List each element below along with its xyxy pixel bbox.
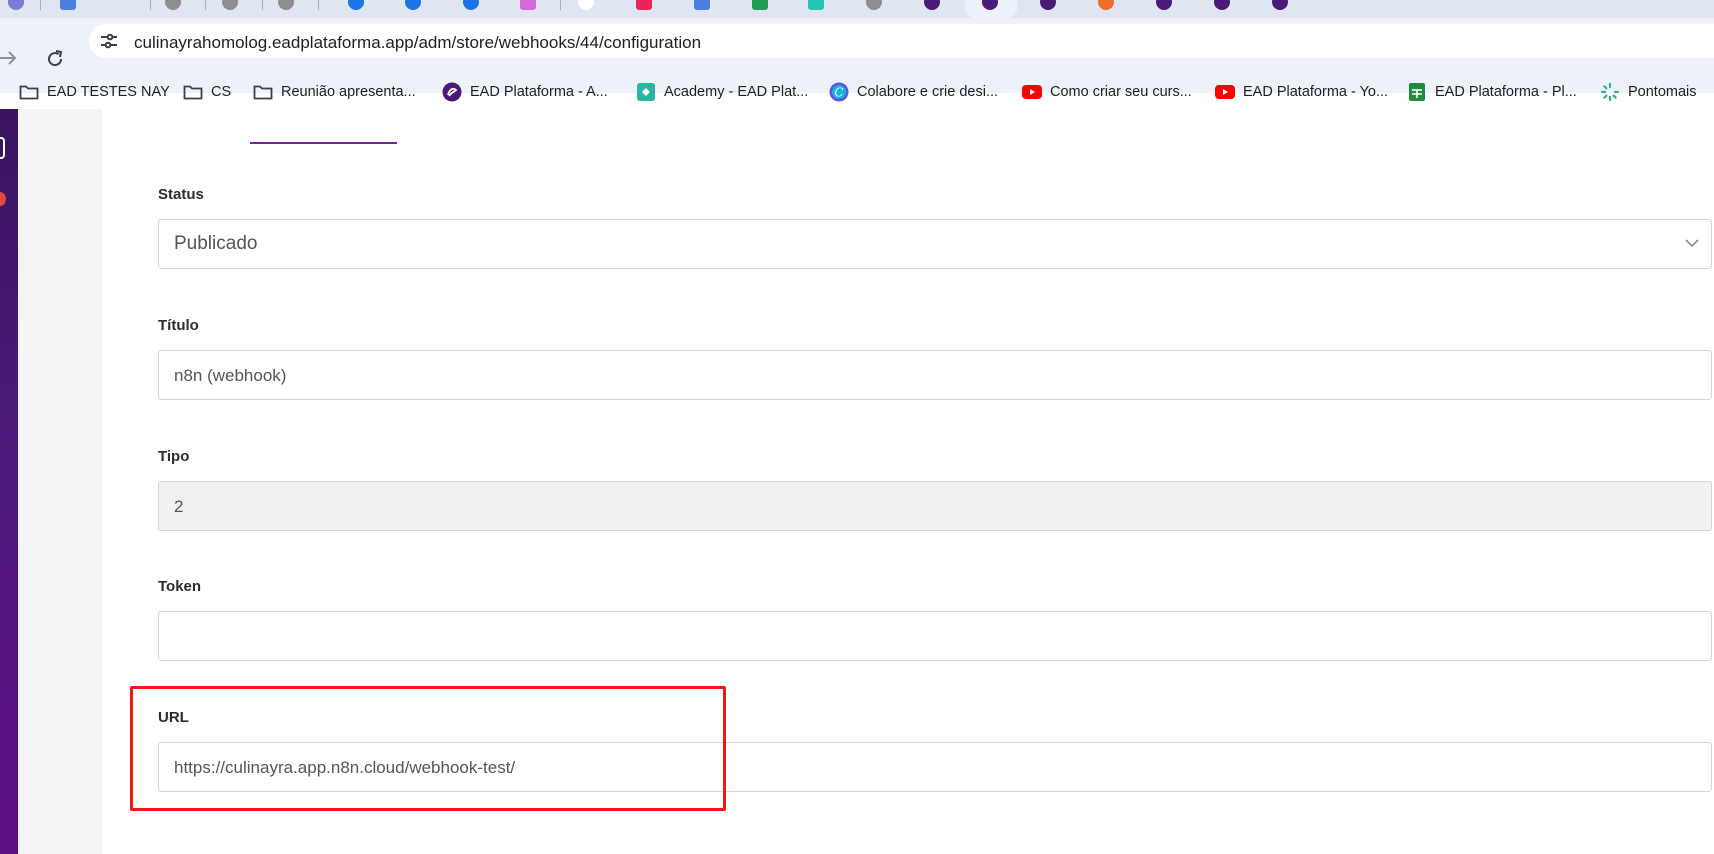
tab-favicon[interactable]	[1040, 0, 1056, 10]
bookmark-cs[interactable]: CS	[183, 81, 231, 103]
sheets-icon	[1407, 82, 1427, 102]
bookmark-reuniao[interactable]: Reunião apresenta...	[253, 81, 416, 103]
tab-favicon[interactable]	[578, 0, 594, 10]
tab-favicon[interactable]	[866, 0, 882, 10]
bookmark-label: Como criar seu curs...	[1050, 84, 1192, 100]
youtube-icon	[1022, 82, 1042, 102]
type-input[interactable]: 2	[158, 481, 1712, 531]
tab-favicon[interactable]	[694, 0, 710, 10]
tab-separator	[262, 0, 263, 10]
site-info-icon[interactable]	[99, 32, 119, 50]
bookmark-pontomais[interactable]: Pontomais	[1600, 81, 1697, 103]
url-value: https://culinayra.app.n8n.cloud/webhook-…	[174, 758, 516, 777]
bookmark-label: EAD Plataforma - Pl...	[1435, 84, 1577, 100]
active-tab-indicator	[250, 142, 397, 144]
bookmark-canva[interactable]: C Colabore e crie desi...	[829, 81, 998, 103]
tab-separator	[560, 0, 561, 10]
tab-separator	[150, 0, 151, 10]
tab-favicon[interactable]	[1214, 0, 1230, 10]
bookmark-como-criar[interactable]: Como criar seu curs...	[1022, 81, 1192, 103]
tab-favicon[interactable]	[1272, 0, 1288, 10]
folder-icon	[253, 82, 273, 102]
status-label: Status	[158, 186, 204, 203]
tab-separator	[40, 0, 41, 10]
folder-icon	[19, 82, 39, 102]
tab-favicon[interactable]	[636, 0, 652, 10]
tab-separator	[205, 0, 206, 10]
bookmark-label: Pontomais	[1628, 84, 1697, 100]
address-bar[interactable]: culinayrahomolog.eadplataforma.app/adm/s…	[89, 24, 1714, 58]
bookmark-label: Reunião apresenta...	[281, 84, 416, 100]
notification-dot-icon[interactable]	[0, 192, 6, 206]
tab-favicon[interactable]	[348, 0, 364, 10]
tab-favicon[interactable]	[1098, 0, 1114, 10]
ead-logo-icon	[442, 82, 462, 102]
type-value: 2	[174, 497, 184, 516]
tab-favicon[interactable]	[463, 0, 479, 10]
title-label: Título	[158, 317, 199, 334]
bookmark-ead-plataforma-a[interactable]: EAD Plataforma - A...	[442, 81, 608, 103]
bookmarks-bar: EAD TESTES NAY CS Reunião apresenta... E…	[0, 75, 1714, 109]
bookmark-label: CS	[211, 84, 232, 100]
content-gutter	[18, 109, 102, 854]
token-input[interactable]	[158, 611, 1712, 661]
canva-icon: C	[829, 82, 849, 102]
tab-favicon[interactable]	[808, 0, 824, 10]
status-select[interactable]: Publicado	[158, 219, 1712, 269]
pontomais-icon	[1600, 82, 1620, 102]
title-input[interactable]: n8n (webhook)	[158, 350, 1712, 400]
bookmark-label: EAD TESTES NAY	[47, 84, 170, 100]
status-value: Publicado	[174, 233, 258, 254]
chevron-down-icon	[1683, 236, 1701, 250]
tab-favicon[interactable]	[1156, 0, 1172, 10]
url-text[interactable]: culinayrahomolog.eadplataforma.app/adm/s…	[134, 33, 701, 53]
webhook-configuration-panel: Status Publicado Título n8n (webhook) Ti…	[102, 109, 1714, 854]
bookmark-ead-youtube[interactable]: EAD Plataforma - Yo...	[1215, 81, 1388, 103]
bookmark-label: EAD Plataforma - A...	[470, 84, 608, 100]
token-label: Token	[158, 578, 202, 595]
youtube-icon	[1215, 82, 1235, 102]
bookmark-label: Colabore e crie desi...	[857, 84, 999, 100]
title-value: n8n (webhook)	[174, 366, 287, 385]
tab-favicon[interactable]	[165, 0, 181, 10]
tab-strip	[0, 0, 1714, 18]
url-input[interactable]: https://culinayra.app.n8n.cloud/webhook-…	[158, 742, 1712, 792]
bookmark-academy[interactable]: Academy - EAD Plat...	[636, 81, 808, 103]
tab-favicon[interactable]	[752, 0, 768, 10]
tab-favicon[interactable]	[8, 0, 24, 10]
tab-separator	[318, 0, 319, 10]
tab-favicon[interactable]	[278, 0, 294, 10]
svg-text:C: C	[834, 86, 843, 100]
bookmark-ead-sheets[interactable]: EAD Plataforma - Pl...	[1407, 81, 1577, 103]
tab-favicon[interactable]	[405, 0, 421, 10]
bookmark-ead-testes-nay[interactable]: EAD TESTES NAY	[19, 81, 170, 103]
bookmark-label: EAD Plataforma - Yo...	[1243, 84, 1389, 100]
tab-favicon[interactable]	[60, 0, 76, 10]
url-label: URL	[158, 709, 189, 726]
type-label: Tipo	[158, 448, 190, 465]
forward-arrow-icon[interactable]	[0, 48, 22, 68]
academy-icon	[636, 82, 656, 102]
tab-favicon[interactable]	[924, 0, 940, 10]
sidebar-menu-icon[interactable]	[0, 137, 5, 159]
bookmark-label: Academy - EAD Plat...	[664, 84, 809, 100]
tab-favicon[interactable]	[222, 0, 238, 10]
app-sidebar	[0, 109, 18, 854]
tab-favicon[interactable]	[520, 0, 536, 10]
reload-icon[interactable]	[44, 48, 66, 70]
folder-icon	[183, 82, 203, 102]
